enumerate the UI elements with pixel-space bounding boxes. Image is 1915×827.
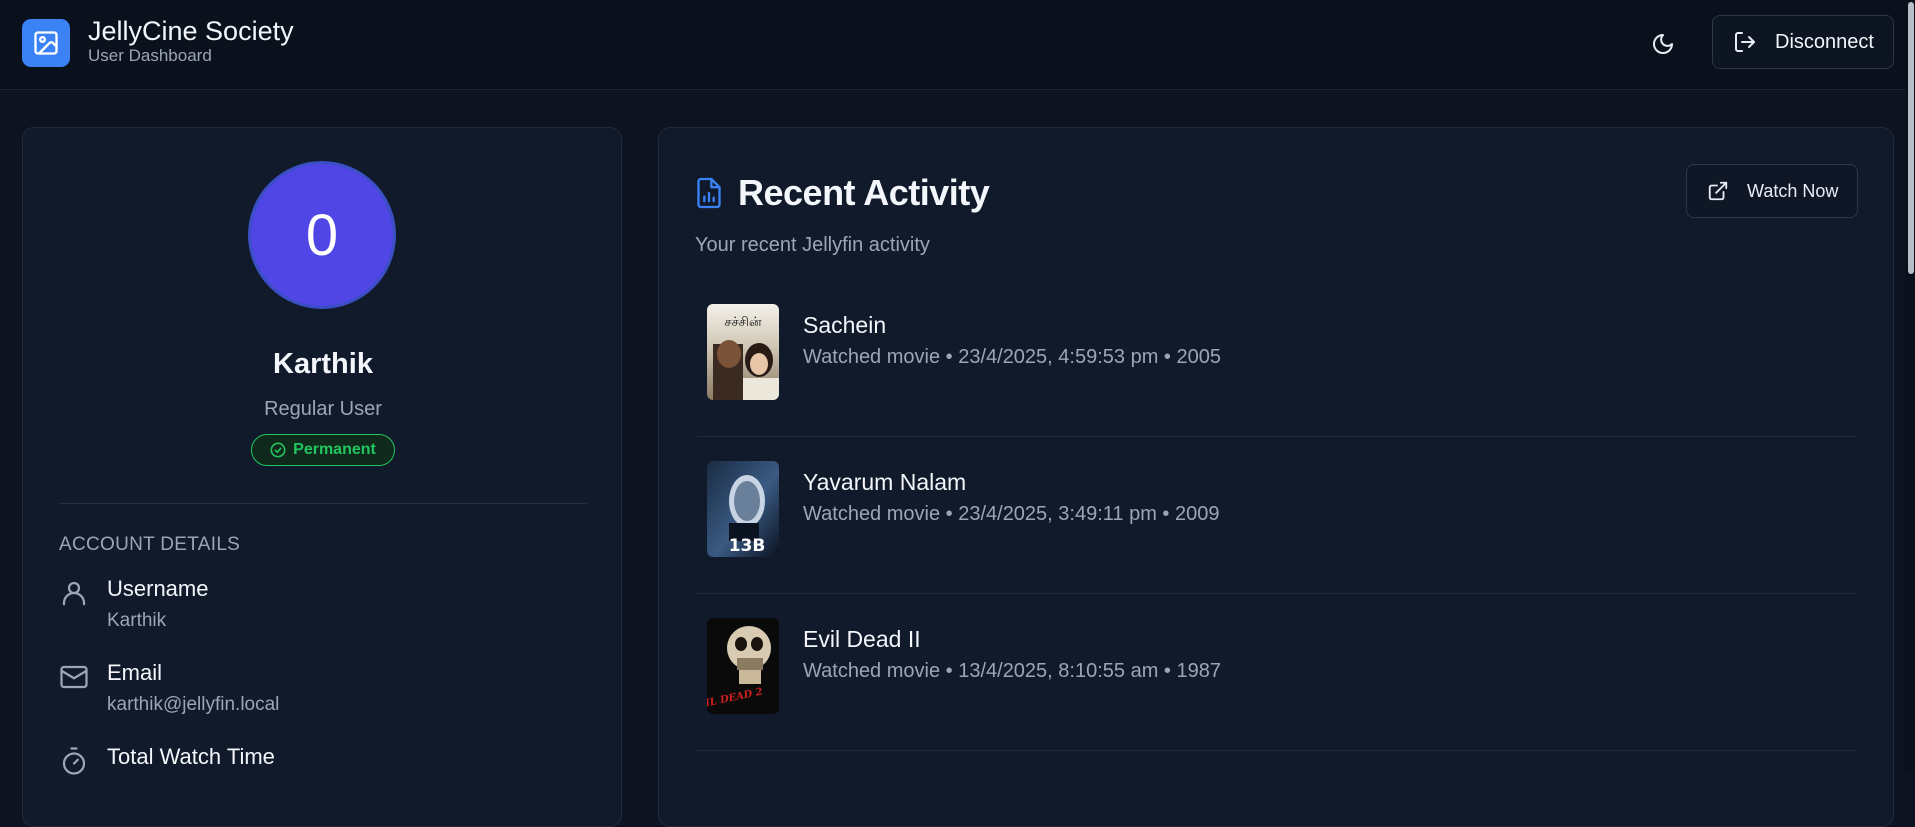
- top-bar: JellyCine Society User Dashboard Disconn…: [0, 0, 1915, 90]
- activity-item-title: Sachein: [803, 312, 887, 338]
- app-logo[interactable]: [22, 19, 70, 67]
- movie-poster[interactable]: சச்சின்: [707, 304, 779, 400]
- moon-icon: [1653, 34, 1673, 54]
- poster-title-text: சச்சின்: [724, 315, 762, 330]
- disconnect-button[interactable]: Disconnect: [1712, 15, 1894, 69]
- watch-now-label: Watch Now: [1747, 180, 1839, 201]
- check-circle-icon: [270, 442, 286, 458]
- external-link-icon: [1708, 181, 1728, 201]
- activity-item-title: Yavarum Nalam: [803, 469, 967, 495]
- user-icon: [62, 581, 86, 606]
- app-title: JellyCine Society: [88, 16, 294, 46]
- profile-card: 0 Karthik Regular User Permanent ACCOUNT…: [22, 127, 622, 827]
- page-scrollbar-thumb[interactable]: [1908, 2, 1914, 274]
- recent-activity-card: Recent Activity Your recent Jellyfin act…: [658, 127, 1894, 827]
- disconnect-label: Disconnect: [1775, 30, 1874, 53]
- file-chart-icon: [697, 177, 721, 209]
- avatar: 0: [248, 161, 396, 309]
- detail-label: Username: [107, 576, 209, 601]
- activity-item-meta: Watched movie • 23/4/2025, 3:49:11 pm • …: [803, 503, 1220, 525]
- movie-poster[interactable]: EVIL DEAD 2: [707, 618, 779, 714]
- detail-value: Karthik: [107, 610, 167, 631]
- account-details-heading: ACCOUNT DETAILS: [59, 534, 241, 555]
- recent-activity-subtitle: Your recent Jellyfin activity: [695, 234, 930, 256]
- recent-activity-title: Recent Activity: [738, 172, 990, 213]
- profile-role: Regular User: [264, 398, 382, 420]
- logout-icon: [1735, 32, 1755, 52]
- timer-icon: [62, 747, 86, 775]
- activity-item-title: Evil Dead II: [803, 626, 921, 652]
- mail-icon: [60, 665, 88, 689]
- activity-item[interactable]: EVIL DEAD 2 Evil Dead II Watched movie •…: [697, 594, 1857, 751]
- activity-item-meta: Watched movie • 23/4/2025, 4:59:53 pm • …: [803, 346, 1221, 368]
- profile-name: Karthik: [273, 348, 373, 380]
- activity-item-meta: Watched movie • 13/4/2025, 8:10:55 am • …: [803, 660, 1221, 682]
- image-icon: [34, 31, 58, 55]
- divider: [59, 503, 587, 504]
- theme-toggle-button[interactable]: [1647, 28, 1679, 60]
- poster-title-text: 13B: [729, 536, 766, 556]
- movie-poster[interactable]: 13B: [707, 461, 779, 557]
- status-badge: Permanent: [251, 434, 395, 466]
- status-badge-label: Permanent: [293, 441, 376, 458]
- activity-item[interactable]: சச்சின் Sachein Watched movie • 23/4/202…: [697, 280, 1857, 437]
- detail-label: Total Watch Time: [107, 744, 275, 769]
- activity-item[interactable]: 13B Yavarum Nalam Watched movie • 23/4/2…: [697, 437, 1857, 594]
- detail-value: karthik@jellyfin.local: [107, 694, 280, 715]
- watch-now-button[interactable]: Watch Now: [1686, 164, 1858, 218]
- detail-label: Email: [107, 660, 163, 685]
- app-subtitle: User Dashboard: [88, 46, 212, 65]
